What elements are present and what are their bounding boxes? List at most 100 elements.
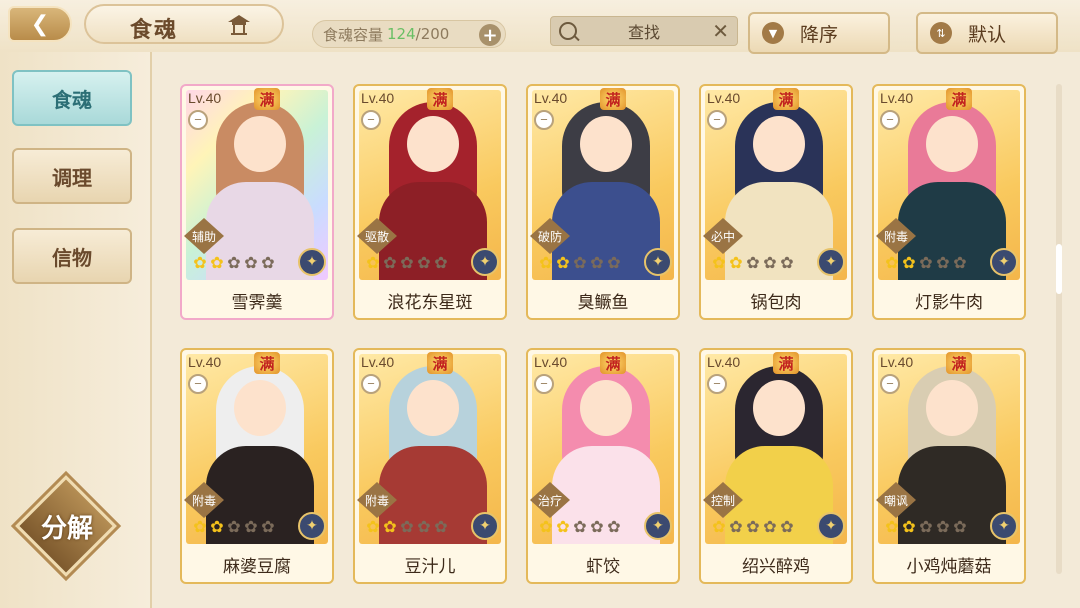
sort-order-button[interactable]: ▼ 降序 xyxy=(748,12,890,54)
bowl-icon: ─ xyxy=(361,110,381,130)
star-filled-icon: ✿ xyxy=(712,253,726,272)
star-empty-icon: ✿ xyxy=(919,253,933,272)
food-soul-card[interactable]: Lv.40 满 ─ 附毒 ✿ ✿ ✿ ✿ ✿ ✦ 麻婆豆腐 xyxy=(180,348,334,584)
level-label: Lv.40 xyxy=(188,90,222,106)
star-rating: ✿ ✿ ✿ ✿ ✿ xyxy=(365,518,449,536)
max-level-badge: 满 xyxy=(773,88,799,110)
star-rating: ✿ ✿ ✿ ✿ ✿ xyxy=(192,254,276,272)
expand-capacity-button[interactable]: + xyxy=(479,24,501,46)
max-level-badge: 满 xyxy=(773,352,799,374)
bowl-icon: ─ xyxy=(707,110,727,130)
food-soul-card[interactable]: Lv.40 满 ─ 必中 ✿ ✿ ✿ ✿ ✿ ✦ 锅包肉 xyxy=(699,84,853,320)
sort-label: 降序 xyxy=(799,23,838,46)
star-empty-icon: ✿ xyxy=(607,253,621,272)
star-filled-icon: ✿ xyxy=(556,517,570,536)
capacity-current: 124 xyxy=(387,25,416,43)
portrait-face xyxy=(926,116,978,172)
sidebar-tab-souls[interactable]: 食魂 xyxy=(12,70,132,126)
star-empty-icon: ✿ xyxy=(261,253,275,272)
star-empty-icon: ✿ xyxy=(780,253,794,272)
card-name: 虾饺 xyxy=(586,556,620,577)
sort-down-icon: ▼ xyxy=(762,22,784,44)
card-grid: Lv.40 满 ─ 辅助 ✿ ✿ ✿ ✿ ✿ ✦ 雪霁羹 Lv.40 满 ─ 驱散 ✿ ✿… xyxy=(160,60,1080,608)
food-soul-card[interactable]: Lv.40 满 ─ 附毒 ✿ ✿ ✿ ✿ ✿ ✦ 灯影牛肉 xyxy=(872,84,1026,320)
star-empty-icon: ✿ xyxy=(400,253,414,272)
element-emblem-icon: ✦ xyxy=(298,248,326,276)
max-level-badge: 满 xyxy=(427,352,453,374)
bowl-icon: ─ xyxy=(534,110,554,130)
bowl-icon: ─ xyxy=(880,110,900,130)
sidebar-tab-label: 食魂 xyxy=(52,87,92,112)
star-empty-icon: ✿ xyxy=(953,517,967,536)
food-soul-card[interactable]: Lv.40 满 ─ 驱散 ✿ ✿ ✿ ✿ ✿ ✦ 浪花东星斑 xyxy=(353,84,507,320)
star-empty-icon: ✿ xyxy=(227,253,241,272)
star-filled-icon: ✿ xyxy=(539,253,553,272)
star-empty-icon: ✿ xyxy=(261,517,275,536)
level-label: Lv.40 xyxy=(361,354,395,370)
food-soul-card[interactable]: Lv.40 满 ─ 辅助 ✿ ✿ ✿ ✿ ✿ ✦ 雪霁羹 xyxy=(180,84,334,320)
sidebar-tab-tokens[interactable]: 信物 xyxy=(12,228,132,284)
star-rating: ✿ ✿ ✿ ✿ ✿ xyxy=(192,518,276,536)
star-empty-icon: ✿ xyxy=(936,253,950,272)
swap-icon: ⇅ xyxy=(930,22,952,44)
star-empty-icon: ✿ xyxy=(763,253,777,272)
star-empty-icon: ✿ xyxy=(746,253,760,272)
food-soul-card[interactable]: Lv.40 满 ─ 治疗 ✿ ✿ ✿ ✿ ✿ ✦ 虾饺 xyxy=(526,348,680,584)
search-icon xyxy=(559,22,577,40)
sort-default-button[interactable]: ⇅ 默认 xyxy=(916,12,1058,54)
star-empty-icon: ✿ xyxy=(729,517,743,536)
star-empty-icon: ✿ xyxy=(227,517,241,536)
star-empty-icon: ✿ xyxy=(573,517,587,536)
capacity-display: 食魂容量 124 / 200 + xyxy=(312,20,506,48)
sidebar-tab-label: 信物 xyxy=(52,245,92,270)
clear-icon[interactable]: ✕ xyxy=(712,19,729,43)
bowl-icon: ─ xyxy=(188,110,208,130)
level-label: Lv.40 xyxy=(188,354,222,370)
max-level-badge: 满 xyxy=(946,352,972,374)
star-empty-icon: ✿ xyxy=(590,253,604,272)
star-empty-icon: ✿ xyxy=(607,517,621,536)
star-empty-icon: ✿ xyxy=(383,253,397,272)
star-filled-icon: ✿ xyxy=(210,517,224,536)
portrait-face xyxy=(234,380,286,436)
level-label: Lv.40 xyxy=(880,354,914,370)
star-filled-icon: ✿ xyxy=(539,517,553,536)
food-soul-card[interactable]: Lv.40 满 ─ 破防 ✿ ✿ ✿ ✿ ✿ ✦ 臭鳜鱼 xyxy=(526,84,680,320)
card-name: 豆汁儿 xyxy=(404,556,456,577)
star-empty-icon: ✿ xyxy=(573,253,587,272)
sidebar-tab-label: 调理 xyxy=(52,165,92,190)
portrait-face xyxy=(407,116,459,172)
star-empty-icon: ✿ xyxy=(244,517,258,536)
search-placeholder: 查找 xyxy=(627,23,660,42)
back-button[interactable]: ❮ xyxy=(8,6,72,42)
star-empty-icon: ✿ xyxy=(590,517,604,536)
star-rating: ✿ ✿ ✿ ✿ ✿ xyxy=(538,518,622,536)
max-level-badge: 满 xyxy=(600,88,626,110)
card-name: 绍兴醉鸡 xyxy=(742,556,810,577)
level-label: Lv.40 xyxy=(361,90,395,106)
food-soul-card[interactable]: Lv.40 满 ─ 嘲讽 ✿ ✿ ✿ ✿ ✿ ✦ 小鸡炖蘑菇 xyxy=(872,348,1026,584)
portrait-face xyxy=(753,380,805,436)
star-empty-icon: ✿ xyxy=(434,517,448,536)
star-filled-icon: ✿ xyxy=(366,517,380,536)
scrollbar[interactable] xyxy=(1056,84,1062,574)
star-empty-icon: ✿ xyxy=(417,253,431,272)
portrait-face xyxy=(234,116,286,172)
portrait-face xyxy=(926,380,978,436)
card-name: 臭鳜鱼 xyxy=(577,292,629,313)
food-soul-card[interactable]: Lv.40 满 ─ 控制 ✿ ✿ ✿ ✿ ✿ ✦ 绍兴醉鸡 xyxy=(699,348,853,584)
bowl-icon: ─ xyxy=(534,374,554,394)
star-rating: ✿ ✿ ✿ ✿ ✿ xyxy=(711,518,795,536)
star-filled-icon: ✿ xyxy=(210,253,224,272)
star-filled-icon: ✿ xyxy=(383,517,397,536)
decompose-button[interactable]: 分解 xyxy=(15,475,117,577)
food-soul-card[interactable]: Lv.40 满 ─ 附毒 ✿ ✿ ✿ ✿ ✿ ✦ 豆汁儿 xyxy=(353,348,507,584)
card-name: 小鸡炖蘑菇 xyxy=(906,556,992,577)
sidebar-tab-conditioning[interactable]: 调理 xyxy=(12,148,132,204)
search-input[interactable]: 查找 ✕ xyxy=(550,16,738,46)
bowl-icon: ─ xyxy=(880,374,900,394)
scroll-thumb[interactable] xyxy=(1056,244,1062,294)
element-emblem-icon: ✦ xyxy=(817,248,845,276)
page-title: 食魂 xyxy=(130,18,179,43)
star-empty-icon: ✿ xyxy=(953,253,967,272)
